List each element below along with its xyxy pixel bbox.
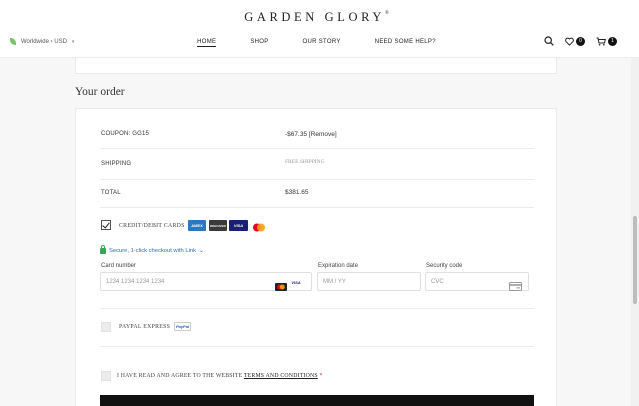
discover-icon: DISCOVER xyxy=(209,220,227,231)
nav-help[interactable]: NEED SOME HELP? xyxy=(375,39,436,47)
main-nav: HOME SHOP OUR STORY NEED SOME HELP? xyxy=(0,39,633,47)
chevron-down-icon: ⌄ xyxy=(199,248,205,254)
nav-home[interactable]: HOME xyxy=(197,39,217,47)
order-card: COUPON: GG15 -$67.35 [Remove] SHIPPING F… xyxy=(75,108,557,406)
total-value: $381.65 xyxy=(285,189,309,196)
search-button[interactable] xyxy=(544,36,554,46)
cvc-placeholder: CVC xyxy=(431,279,444,285)
terms-text: I HAVE READ AND AGREE TO THE WEBSITE TER… xyxy=(117,373,323,379)
required-mark: * xyxy=(319,373,323,379)
expiry-placeholder: MM / YY xyxy=(323,279,346,285)
cart-count: 1 xyxy=(608,36,617,46)
paypal-option-label: PAYPAL EXPRESS xyxy=(119,324,171,330)
brand-mark: ® xyxy=(384,11,389,16)
coupon-row: COUPON: GG15 -$67.35 [Remove] xyxy=(100,121,534,149)
nav-shop[interactable]: SHOP xyxy=(250,39,268,47)
visa-icon: VISA xyxy=(289,278,303,286)
visa-icon: VISA xyxy=(229,220,248,231)
shipping-label: SHIPPING xyxy=(101,161,132,167)
card-number-field[interactable]: 1234 1234 1234 1234 VISA xyxy=(100,272,312,291)
previous-section-card xyxy=(75,58,557,74)
mastercard-icon xyxy=(275,278,287,291)
place-order-button[interactable] xyxy=(100,395,534,406)
paypal-icon: PayPal xyxy=(174,322,191,331)
terms-link[interactable]: TERMS AND CONDITIONS xyxy=(244,373,318,379)
divider xyxy=(100,308,534,309)
card-option-label: CREDIT/DEBIT CARDS xyxy=(119,223,185,229)
card-number-placeholder: 1234 1234 1234 1234 xyxy=(106,279,165,285)
scrollbar-thumb[interactable] xyxy=(633,216,637,304)
total-row: TOTAL $381.65 xyxy=(100,180,534,208)
heart-icon xyxy=(565,37,574,46)
divider xyxy=(100,346,534,347)
expiry-label: Expiration date xyxy=(318,263,359,269)
card-number-label: Card number xyxy=(101,263,137,269)
wishlist-count: 0 xyxy=(576,36,585,46)
terms-checkbox[interactable] xyxy=(101,371,111,381)
link-checkout[interactable]: Secure, 1-click checkout with Link ⌄ xyxy=(100,244,205,254)
cart-button[interactable]: 1 xyxy=(596,36,617,46)
nav-our-story[interactable]: OUR STORY xyxy=(303,39,341,47)
expiry-field[interactable]: MM / YY xyxy=(317,272,421,291)
cvc-card-icon xyxy=(509,278,522,296)
card-option-checkbox[interactable] xyxy=(101,220,111,230)
shipping-value: FREE SHIPPING xyxy=(285,159,325,165)
coupon-value[interactable]: -$67.35 [Remove] xyxy=(285,131,337,138)
mastercard-icon xyxy=(252,220,266,232)
wishlist-button[interactable]: 0 xyxy=(565,36,585,46)
brand-logo[interactable]: GARDEN GLORY® xyxy=(0,10,633,25)
lock-icon xyxy=(100,244,106,254)
order-heading: Your order xyxy=(75,86,125,98)
total-label: TOTAL xyxy=(101,190,121,196)
search-icon xyxy=(544,36,554,46)
site-header: GARDEN GLORY® Worldwide › USD ▾ HOME SHO… xyxy=(0,0,639,58)
paypal-option-checkbox[interactable] xyxy=(101,322,111,332)
cvc-label: Security code xyxy=(426,263,463,269)
checkout-page: GARDEN GLORY® Worldwide › USD ▾ HOME SHO… xyxy=(0,0,639,406)
brand-name: GARDEN GLORY xyxy=(244,10,385,24)
link-checkout-label: Secure, 1-click checkout with Link xyxy=(109,247,196,254)
header-actions: 0 1 xyxy=(544,36,617,46)
amex-icon: AMEX xyxy=(188,220,206,231)
cvc-field[interactable]: CVC xyxy=(425,272,529,291)
shipping-row: SHIPPING FREE SHIPPING xyxy=(100,149,534,180)
terms-prefix: I HAVE READ AND AGREE TO THE WEBSITE xyxy=(117,373,243,379)
cart-icon xyxy=(596,37,606,46)
coupon-label: COUPON: GG15 xyxy=(101,131,150,137)
